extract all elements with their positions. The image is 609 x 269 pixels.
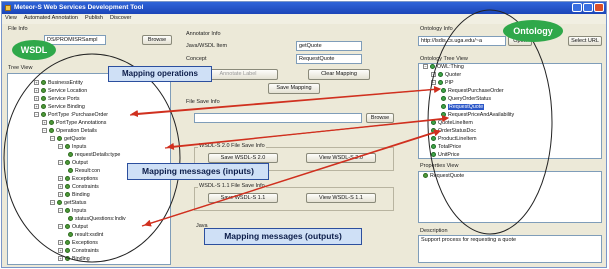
concept-field[interactable]: RequestQuote <box>296 54 362 64</box>
menu-view[interactable]: View <box>5 15 17 24</box>
tree-node[interactable]: + Quoter <box>431 72 461 79</box>
tree-node[interactable]: RequestPurchaseOrder <box>441 88 504 95</box>
tree-node[interactable]: OrderStatusDoc <box>431 128 476 135</box>
mapping-operations-callout: Mapping operations <box>108 66 212 82</box>
tree-node[interactable]: Result:con <box>68 168 100 175</box>
wsdl-s-11-label: WSDL-S 1.1 File Save Info <box>198 183 266 189</box>
tree-node[interactable]: + Service Location <box>34 88 87 95</box>
tree-node[interactable]: + BusinessEntity <box>34 80 83 87</box>
tree-node[interactable]: + Constraints <box>58 184 99 191</box>
tree-node[interactable]: requestDetails:type <box>68 152 120 159</box>
file-save-info-label: File Save Info <box>186 99 220 105</box>
ontology-info-label: Ontology Info <box>420 26 453 32</box>
mapping-inputs-callout: Mapping messages (inputs) <box>127 163 269 180</box>
tree-node[interactable]: UnitPrice <box>431 152 460 158</box>
tree-node[interactable]: QueryOrderStatus <box>441 96 491 103</box>
tree-node[interactable]: + Exceptions <box>58 176 98 183</box>
tree-node[interactable]: + Constraints <box>58 248 99 255</box>
tree-node[interactable]: QuoteLineItem <box>431 120 473 127</box>
clear-mapping-button[interactable]: Clear Mapping <box>308 69 370 80</box>
tree-node[interactable]: − Output <box>58 160 88 167</box>
save-path-input[interactable] <box>194 113 362 123</box>
tree-node-selected[interactable]: RequestQuote <box>441 104 485 111</box>
ontology-tree-view[interactable]: − OWL:Thing + Quoter − PIP RequestPurchaseO… <box>418 63 602 159</box>
menu-automated-annotation[interactable]: Automated Annotation <box>24 15 78 24</box>
tree-node[interactable]: + Service Ports <box>34 96 80 103</box>
ontology-tree-view-label: Ontology Tree View <box>420 56 468 62</box>
app-icon <box>5 5 11 11</box>
mapping-outputs-callout: Mapping messages (outputs) <box>204 228 362 245</box>
tree-node[interactable]: − OWL:Thing <box>423 64 464 71</box>
properties-view-label: Properties View <box>420 163 459 169</box>
tree-node[interactable]: + PortType Annotations <box>42 120 106 127</box>
title-bar: Meteor-S Web Services Development Tool <box>2 2 606 14</box>
wsdl-item-field[interactable]: getQuote <box>296 41 362 51</box>
tree-node[interactable]: − Inputs <box>58 208 86 215</box>
properties-view[interactable]: RequestQuote <box>418 171 602 223</box>
tree-node[interactable]: TotalPrice <box>431 144 461 151</box>
tree-node[interactable]: + Exceptions <box>58 240 98 247</box>
wsdl-item-label: Java/WSDL Item <box>186 43 228 49</box>
view-wsdl-s-11-button[interactable]: View WSDL-S 1.1 <box>306 193 376 203</box>
tree-node[interactable]: − getQuote <box>50 136 86 143</box>
ontology-callout: Ontology <box>503 20 563 42</box>
ontology-panel: Ontology Info http://lsdis.cs.uga.edu/~a… <box>416 25 606 266</box>
file-path-input[interactable]: DS/PROMISRSampl <box>44 35 106 45</box>
tree-node[interactable]: − Inputs <box>58 144 86 151</box>
save-wsdl-s-11-button[interactable]: Save WSDL-S 1.1 <box>208 193 278 203</box>
minimize-button[interactable] <box>572 3 582 12</box>
description-label: Description <box>420 228 448 234</box>
concept-label: Concept <box>186 56 207 62</box>
file-info-label: File Info <box>8 26 28 32</box>
tree-node[interactable]: − getStatus <box>50 200 86 207</box>
tree-node[interactable]: − Operation Details <box>42 128 97 135</box>
window-title: Meteor-S Web Services Development Tool <box>14 4 144 11</box>
tree-node[interactable]: + Service Binding <box>34 104 85 111</box>
wsdl-callout: WSDL <box>12 40 56 60</box>
save-browse-button[interactable]: Browse <box>366 113 394 123</box>
annotator-info-label: Annotator Info <box>186 31 221 37</box>
maximize-button[interactable] <box>583 3 593 12</box>
tree-node[interactable]: − PIP <box>431 80 454 87</box>
tree-view-label: Tree View <box>8 65 33 71</box>
property-node[interactable]: RequestQuote <box>423 173 464 180</box>
view-wsdl-s-2-button[interactable]: View WSDL-S 2.0 <box>306 153 376 163</box>
menu-publish[interactable]: Publish <box>85 15 103 24</box>
select-url-button[interactable]: Select URL <box>568 36 602 46</box>
tree-node[interactable]: + Binding <box>58 256 90 263</box>
description-text: Support process for requesting a quote <box>418 235 602 263</box>
close-button[interactable] <box>594 3 604 12</box>
save-wsdl-s-2-button[interactable]: Save WSDL-S 2.0 <box>208 153 278 163</box>
tree-node[interactable]: result:xsdint <box>68 232 103 239</box>
wsdl-s-2-label: WSDL-S 2.0 File Save Info <box>198 143 266 149</box>
file-browse-button[interactable]: Browse <box>142 35 172 45</box>
tree-node[interactable]: RequestPriceAndAvailability <box>441 112 514 119</box>
tree-node[interactable]: + Binding <box>58 192 90 199</box>
ontology-url-input[interactable]: http://lsdis.cs.uga.edu/~a <box>418 36 506 46</box>
tree-node[interactable]: − Output <box>58 224 88 231</box>
menu-discover[interactable]: Discover <box>110 15 131 24</box>
file-info-panel: File Info DS/PROMISRSampl Browse Tree Vi… <box>4 25 174 266</box>
tree-node[interactable]: statusQuestions:Indiv <box>68 216 126 223</box>
save-mapping-button[interactable]: Save Mapping <box>268 83 320 94</box>
tree-node[interactable]: ProductLineItem <box>431 136 477 143</box>
tree-node[interactable]: − PortType :PurchaseOrder <box>34 112 108 119</box>
